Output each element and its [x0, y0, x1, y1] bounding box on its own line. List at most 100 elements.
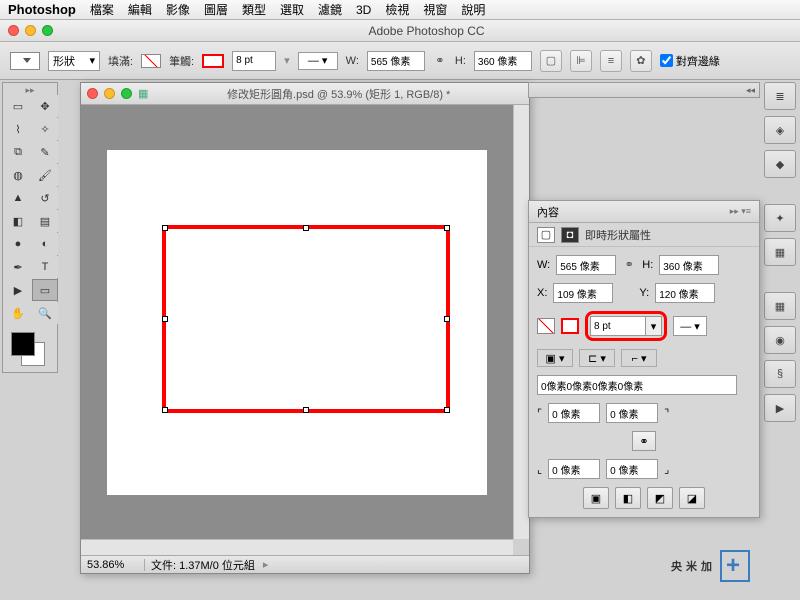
- align-edges-checkbox[interactable]: 對齊邊緣: [660, 53, 720, 69]
- transform-handle[interactable]: [444, 316, 450, 322]
- corner-radii-combined[interactable]: 0像素0像素0像素0像素: [537, 375, 737, 395]
- menu-3d[interactable]: 3D: [356, 3, 371, 17]
- menu-edit[interactable]: 編輯: [128, 1, 152, 18]
- tools-collapse-icon[interactable]: ▸▸: [5, 85, 55, 95]
- type-tool[interactable]: T: [32, 256, 58, 278]
- crop-tool[interactable]: ⧉: [5, 141, 31, 163]
- menu-file[interactable]: 檔案: [90, 1, 114, 18]
- play-panel-icon[interactable]: ▶: [764, 394, 796, 422]
- layers-panel-icon[interactable]: ◈: [764, 116, 796, 144]
- prop-stroke-swatch[interactable]: [561, 318, 579, 334]
- height-input[interactable]: 360 像素: [474, 51, 532, 71]
- stamp-tool[interactable]: ▲: [5, 187, 31, 209]
- foreground-color-well[interactable]: [11, 332, 35, 356]
- magic-wand-tool[interactable]: ✧: [32, 118, 58, 140]
- fill-swatch[interactable]: [141, 54, 161, 68]
- channels-panel-icon[interactable]: ◆: [764, 150, 796, 178]
- menu-image[interactable]: 影像: [166, 1, 190, 18]
- eraser-tool[interactable]: ◧: [5, 210, 31, 232]
- move-tool[interactable]: ✥: [32, 95, 58, 117]
- transform-handle[interactable]: [162, 225, 168, 231]
- prop-width-input[interactable]: 565 像素: [556, 255, 616, 275]
- blur-tool[interactable]: ●: [5, 233, 31, 255]
- rectangle-tool[interactable]: ▭: [32, 279, 58, 301]
- styles-panel-icon[interactable]: §: [764, 360, 796, 388]
- minimize-window-button[interactable]: [25, 25, 36, 36]
- pathop-subtract-button[interactable]: ◧: [615, 487, 641, 509]
- menu-layer[interactable]: 圖層: [204, 1, 228, 18]
- history-brush-tool[interactable]: ↺: [32, 187, 58, 209]
- stroke-size-dropdown-icon[interactable]: ▾: [646, 316, 662, 336]
- transform-handle[interactable]: [162, 316, 168, 322]
- corner-br-input[interactable]: 0 像素: [606, 459, 658, 479]
- transform-handle[interactable]: [444, 407, 450, 413]
- corner-bl-input[interactable]: 0 像素: [548, 459, 600, 479]
- pathop-intersect-button[interactable]: ◩: [647, 487, 673, 509]
- properties-tab[interactable]: 內容 ▸▸ ▾≡: [529, 201, 759, 223]
- horizontal-scrollbar[interactable]: [81, 539, 513, 555]
- link-wh-prop-icon[interactable]: ⚭: [622, 258, 636, 272]
- path-arrange-button[interactable]: ≡: [600, 50, 622, 72]
- properties-panel-icon[interactable]: ▦: [764, 238, 796, 266]
- width-input[interactable]: 565 像素: [367, 51, 425, 71]
- doc-zoom-button[interactable]: [121, 88, 132, 99]
- prop-height-input[interactable]: 360 像素: [659, 255, 719, 275]
- canvas-area[interactable]: [81, 105, 513, 539]
- menu-type[interactable]: 類型: [242, 1, 266, 18]
- zoom-tool[interactable]: 🔍: [32, 302, 58, 324]
- corner-tl-input[interactable]: 0 像素: [548, 403, 600, 423]
- vertical-scrollbar[interactable]: [513, 105, 529, 539]
- pen-tool[interactable]: ✒: [5, 256, 31, 278]
- brush-tool[interactable]: 🖌: [32, 164, 58, 186]
- stroke-size-input[interactable]: 8 pt: [232, 51, 276, 71]
- panel-menu-icon[interactable]: ▸▸ ▾≡: [730, 206, 751, 217]
- path-operations-button[interactable]: ▢: [540, 50, 562, 72]
- doc-close-button[interactable]: [87, 88, 98, 99]
- gear-icon[interactable]: ✿: [630, 50, 652, 72]
- marquee-tool[interactable]: ▭: [5, 95, 31, 117]
- prop-x-input[interactable]: 109 像素: [553, 283, 613, 303]
- doc-minimize-button[interactable]: [104, 88, 115, 99]
- history-panel-icon[interactable]: ≣: [764, 82, 796, 110]
- paths-panel-icon[interactable]: ✦: [764, 204, 796, 232]
- menu-help[interactable]: 說明: [461, 1, 485, 18]
- stroke-corners-select[interactable]: ⌐ ▾: [621, 349, 657, 367]
- prop-y-input[interactable]: 120 像素: [655, 283, 715, 303]
- panel-group-header[interactable]: ◂◂: [528, 82, 760, 98]
- link-wh-icon[interactable]: ⚭: [433, 54, 447, 68]
- document-info[interactable]: 文件: 1.37M/0 位元組: [145, 557, 261, 573]
- menu-window[interactable]: 視窗: [423, 1, 447, 18]
- menu-view[interactable]: 檢視: [385, 1, 409, 18]
- transform-handle[interactable]: [444, 225, 450, 231]
- path-align-button[interactable]: ⊫: [570, 50, 592, 72]
- gradient-tool[interactable]: ▤: [32, 210, 58, 232]
- zoom-window-button[interactable]: [42, 25, 53, 36]
- close-window-button[interactable]: [8, 25, 19, 36]
- stroke-style-select[interactable]: — ▾: [298, 52, 338, 70]
- prop-fill-swatch[interactable]: [537, 318, 555, 334]
- dodge-tool[interactable]: ◐: [32, 233, 58, 255]
- swatches-panel-icon[interactable]: ▦: [764, 292, 796, 320]
- prop-stroke-size-input[interactable]: 8 pt: [590, 316, 646, 336]
- corner-tr-input[interactable]: 0 像素: [606, 403, 658, 423]
- transform-handle[interactable]: [162, 407, 168, 413]
- transform-handle[interactable]: [303, 407, 309, 413]
- transform-handle[interactable]: [303, 225, 309, 231]
- menu-filter[interactable]: 濾鏡: [318, 1, 342, 18]
- hand-tool[interactable]: ✋: [5, 302, 31, 324]
- tool-preset-picker[interactable]: [10, 52, 40, 70]
- eyedropper-tool[interactable]: ✎: [32, 141, 58, 163]
- shape-mode-select[interactable]: 形狀▾: [48, 51, 100, 71]
- stroke-swatch[interactable]: [202, 54, 224, 68]
- link-corners-button[interactable]: ⚭: [632, 431, 656, 451]
- canvas[interactable]: [107, 150, 487, 495]
- stroke-align-select[interactable]: ▣ ▾: [537, 349, 573, 367]
- path-select-tool[interactable]: ▶: [5, 279, 31, 301]
- zoom-readout[interactable]: 53.86%: [81, 559, 145, 571]
- color-panel-icon[interactable]: ◉: [764, 326, 796, 354]
- pathop-combine-button[interactable]: ▣: [583, 487, 609, 509]
- info-chevron-icon[interactable]: ▸: [263, 558, 269, 571]
- rectangle-shape[interactable]: [162, 225, 450, 413]
- lasso-tool[interactable]: ⌇: [5, 118, 31, 140]
- healing-tool[interactable]: ◍: [5, 164, 31, 186]
